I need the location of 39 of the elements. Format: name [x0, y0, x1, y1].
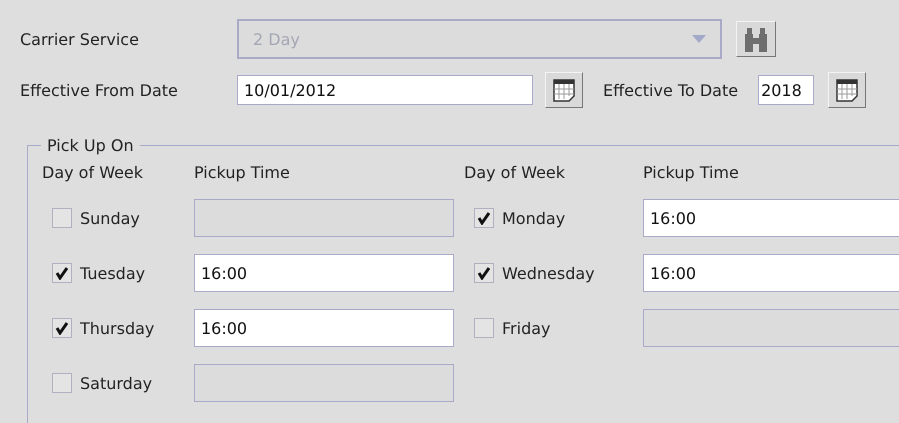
column-header: Day of Week	[42, 163, 144, 184]
checkbox[interactable]	[52, 263, 72, 283]
calendar-button[interactable]	[545, 72, 583, 108]
date-field[interactable]: 10/01/2012	[237, 75, 533, 105]
checkbox[interactable]	[52, 208, 72, 228]
pickup-time-field[interactable]: 16:00	[194, 309, 454, 347]
checkbox[interactable]	[52, 373, 72, 393]
day-checkbox[interactable]: Friday	[464, 309, 641, 347]
day-checkbox[interactable]: Saturday	[42, 364, 192, 402]
group-title: Pick Up On	[46, 136, 135, 155]
check-icon	[477, 266, 491, 280]
day-checkbox[interactable]: Thursday	[42, 309, 192, 347]
calendar-icon	[834, 77, 860, 103]
calendar-button[interactable]	[828, 72, 866, 108]
checkbox[interactable]	[52, 318, 72, 338]
check-icon	[55, 266, 69, 280]
binoculars-button[interactable]	[736, 21, 776, 57]
pickup-time-field[interactable]: 16:00	[643, 254, 899, 292]
field-label: Effective To Date	[603, 80, 738, 100]
field-label: Carrier Service	[20, 30, 140, 48]
checkbox[interactable]	[474, 263, 494, 283]
day-checkbox[interactable]: Wednesday	[464, 254, 641, 292]
day-checkbox[interactable]: Tuesday	[42, 254, 192, 292]
checkbox[interactable]	[474, 208, 494, 228]
day-checkbox[interactable]: Sunday	[42, 199, 192, 237]
pickup-time-field[interactable]: 16:00	[194, 254, 454, 292]
calendar-icon	[551, 77, 577, 103]
check-icon	[477, 211, 491, 225]
checkbox[interactable]	[474, 318, 494, 338]
column-header: Pickup Time	[193, 163, 291, 184]
column-header: Pickup Time	[642, 163, 740, 184]
binoculars-icon	[743, 26, 769, 52]
field-label: Effective From Date	[20, 80, 179, 100]
day-checkbox[interactable]: Monday	[464, 199, 641, 237]
date-field[interactable]: 2018	[758, 75, 814, 105]
column-header: Day of Week	[464, 163, 566, 184]
caret-icon	[692, 35, 706, 43]
check-icon	[55, 321, 69, 335]
pickup-time-field[interactable]: 16:00	[643, 199, 899, 237]
